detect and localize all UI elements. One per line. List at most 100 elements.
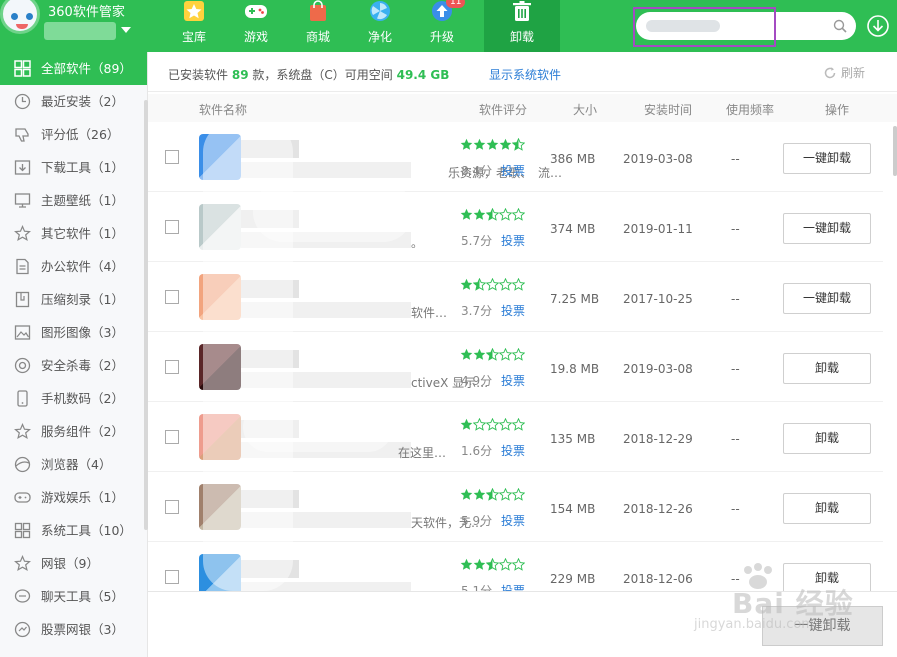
app-icon [199,274,241,320]
nav-tab-4[interactable]: 升级 11 [414,0,470,52]
rating-stars [460,208,525,222]
rating-star-icon [460,278,473,290]
row-checkbox[interactable] [165,430,179,444]
app-desc-blurred [241,582,411,591]
app-desc-blurred [241,512,411,528]
table-row[interactable]: 在这里… 1.6分 投票 135 MB 2018-12-29 -- 卸载 [148,402,883,472]
row-checkbox[interactable] [165,360,179,374]
app-size: 7.25 MB [550,292,600,306]
uninstall-button[interactable]: 卸载 [783,353,871,384]
nav-tab-0[interactable]: 宝库 [166,0,222,52]
col-install-time[interactable]: 安装时间 [644,101,692,118]
row-checkbox[interactable] [165,570,179,584]
browser-icon [14,456,31,473]
usage-frequency: -- [731,152,740,166]
sidebar-item-15[interactable]: 网银（9） [0,547,147,580]
vote-link[interactable]: 投票 [501,582,525,591]
nav-tab-1[interactable]: 游戏 [228,0,284,52]
refresh-label: 刷新 [841,66,866,80]
row-checkbox[interactable] [165,500,179,514]
uninstall-button[interactable]: 一键卸载 [783,143,871,174]
rating-star-icon [460,208,473,220]
table-scrollbar[interactable] [893,126,897,176]
rating-stars [460,418,525,432]
sidebar-item-2[interactable]: 评分低（26） [0,118,147,151]
vote-link[interactable]: 投票 [501,442,525,459]
star-outline-icon [14,225,31,242]
app-desc-blurred [241,162,411,178]
refresh-icon [824,67,836,79]
nav-tab-5[interactable]: 卸载 [484,0,560,52]
sidebar-item-0[interactable]: 全部软件（89） [0,52,147,85]
vote-link[interactable]: 投票 [501,512,525,529]
sidebar-item-7[interactable]: 压缩刻录（1） [0,283,147,316]
table-row[interactable]: 软件… 3.7分 投票 7.25 MB 2017-10-25 -- 一键卸载 [148,262,883,332]
shield-icon [14,357,31,374]
sidebar-item-3[interactable]: 下载工具（1） [0,151,147,184]
sidebar-item-label: 网银（9） [41,556,99,571]
search-icon[interactable] [833,19,847,33]
row-checkbox[interactable] [165,220,179,234]
table-row[interactable]: 天软件，无… 5.9分 投票 154 MB 2018-12-26 -- 卸载 [148,472,883,542]
sidebar-item-10[interactable]: 手机数码（2） [0,382,147,415]
usage-frequency: -- [731,362,740,376]
row-checkbox[interactable] [165,150,179,164]
sidebar-item-4[interactable]: 主题壁纸（1） [0,184,147,217]
sidebar-item-label: 系统工具（10） [41,523,132,538]
sidebar-item-label: 其它软件（1） [41,226,124,241]
chevron-down-icon[interactable] [121,27,131,33]
refresh-button[interactable]: 刷新 [823,64,865,81]
rating-star-icon [473,208,486,220]
tools-icon [14,522,31,539]
nav-tab-3[interactable]: 净化 [352,0,408,52]
sidebar-item-8[interactable]: 图形图像（3） [0,316,147,349]
rating-star-icon [460,558,473,570]
show-system-software-link[interactable]: 显示系统软件 [489,66,561,83]
download-circle-icon[interactable] [866,14,890,38]
col-rating[interactable]: 软件评分 [479,101,527,118]
sidebar-item-12[interactable]: 浏览器（4） [0,448,147,481]
sidebar-item-1[interactable]: 最近安装（2） [0,85,147,118]
nav-tab-label: 卸载 [509,30,534,44]
vote-link[interactable]: 投票 [501,232,525,249]
rating-stars [460,488,525,502]
sidebar-item-17[interactable]: 股票网银（3） [0,613,147,646]
table-header: 软件名称 软件评分 大小 安装时间 使用频率 操作 [148,94,897,122]
col-frequency[interactable]: 使用频率 [726,101,774,118]
rating-score: 5.1分 [461,584,493,591]
rating-stars [460,558,525,572]
sidebar-item-6[interactable]: 办公软件（4） [0,250,147,283]
sidebar-item-label: 游戏娱乐（1） [41,490,124,505]
col-size[interactable]: 大小 [573,101,597,118]
nav-tab-2[interactable]: 商城 [290,0,346,52]
row-checkbox[interactable] [165,290,179,304]
sidebar-item-label: 手机数码（2） [41,391,124,406]
sidebar-item-13[interactable]: 游戏娱乐（1） [0,481,147,514]
vote-link[interactable]: 投票 [501,162,525,179]
app-desc-blurred [241,232,411,248]
app-icon [199,554,241,591]
sidebar-item-5[interactable]: 其它软件（1） [0,217,147,250]
sidebar-item-14[interactable]: 系统工具（10） [0,514,147,547]
uninstall-button[interactable]: 一键卸载 [783,283,871,314]
trash-icon [513,1,531,21]
rating-star-icon [512,418,525,431]
update-count-badge: 11 [446,0,466,8]
uninstall-button[interactable]: 卸载 [783,423,871,454]
sidebar-item-16[interactable]: 聊天工具（5） [0,580,147,613]
uninstall-button[interactable]: 一键卸载 [783,213,871,244]
mascot-avatar[interactable] [0,0,40,34]
vote-link[interactable]: 投票 [501,372,525,389]
sidebar-item-9[interactable]: 安全杀毒（2） [0,349,147,382]
user-name-blurred[interactable] [44,22,116,40]
col-name[interactable]: 软件名称 [199,101,247,118]
sidebar-item-label: 股票网银（3） [41,622,124,637]
rating-star-icon [499,558,512,571]
uninstall-button[interactable]: 卸载 [783,493,871,524]
sidebar-item-label: 浏览器（4） [41,457,112,472]
table-row[interactable]: 乐资源，老歌、 流… 8.4分 投票 386 MB 2019-03-08 -- … [148,122,883,192]
table-row[interactable]: ctiveX 显示… 4.9分 投票 19.8 MB 2019-03-08 --… [148,332,883,402]
table-row[interactable]: 。 5.7分 投票 374 MB 2019-01-11 -- 一键卸载 [148,192,883,262]
sidebar-item-11[interactable]: 服务组件（2） [0,415,147,448]
vote-link[interactable]: 投票 [501,302,525,319]
